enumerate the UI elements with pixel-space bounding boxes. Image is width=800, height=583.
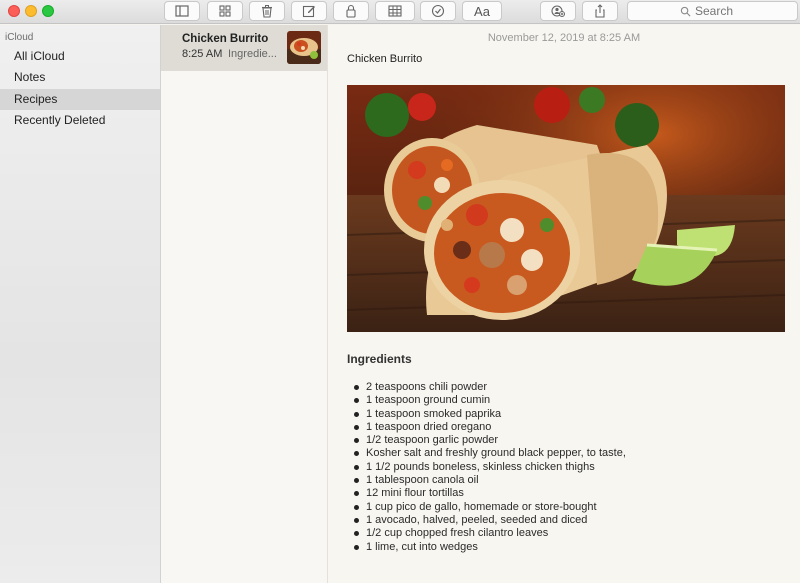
list-item: 1 avocado, halved, peeled, seeded and di… xyxy=(352,514,626,527)
checkmark-circle-icon xyxy=(431,4,445,18)
list-item: 1 teaspoon dried oregano xyxy=(352,421,626,434)
add-people-button[interactable] xyxy=(540,1,576,21)
note-date: November 12, 2019 at 8:25 AM xyxy=(487,32,641,44)
gallery-view-button[interactable] xyxy=(207,1,243,21)
compose-button[interactable] xyxy=(291,1,327,21)
sidebar-account-header: iCloud xyxy=(5,32,34,43)
share-icon xyxy=(595,4,605,18)
sidebar-item-label: All iCloud xyxy=(14,49,65,63)
note-list-item[interactable]: Chicken Burrito 8:25 AM Ingredie... xyxy=(161,25,327,71)
search-icon xyxy=(680,6,691,16)
list-item: 2 teaspoons chili powder xyxy=(352,381,626,394)
note-time: 8:25 AM xyxy=(182,48,223,60)
list-item: 1/2 teaspoon garlic powder xyxy=(352,434,626,447)
trash-icon xyxy=(262,5,272,18)
share-button[interactable] xyxy=(582,1,618,21)
folders-sidebar: iCloud All iCloud Notes Recipes Recently… xyxy=(0,25,161,583)
format-label: Aa xyxy=(474,3,490,19)
lock-button[interactable] xyxy=(333,1,369,21)
list-item: 1 tablespoon canola oil xyxy=(352,474,626,487)
sidebar-item-all-icloud[interactable]: All iCloud xyxy=(0,46,160,67)
note-heading: Chicken Burrito xyxy=(347,53,423,65)
list-item: 1 teaspoon smoked paprika xyxy=(352,408,626,421)
minimize-window-button[interactable] xyxy=(25,5,37,17)
burrito-photo[interactable] xyxy=(347,85,785,332)
window-toolbar: Aa xyxy=(0,0,800,24)
note-editor[interactable]: November 12, 2019 at 8:25 AM Chicken Bur… xyxy=(328,25,800,583)
lock-icon xyxy=(346,4,356,18)
table-button[interactable] xyxy=(375,1,415,21)
grid-icon xyxy=(219,5,231,17)
sidebar-item-notes[interactable]: Notes xyxy=(0,67,160,88)
search-input[interactable] xyxy=(695,4,745,18)
ingredients-heading: Ingredients xyxy=(347,352,412,366)
ingredients-list: 2 teaspoons chili powder 1 teaspoon grou… xyxy=(352,381,626,554)
checklist-button[interactable] xyxy=(420,1,456,21)
sidebar-item-recipes[interactable]: Recipes xyxy=(0,89,160,110)
add-people-icon xyxy=(551,5,565,17)
list-item: 1 1/2 pounds boneless, skinless chicken … xyxy=(352,461,626,474)
sidebar-item-label: Recipes xyxy=(14,92,58,106)
note-title: Chicken Burrito xyxy=(182,33,269,45)
sidebar-item-label: Recently Deleted xyxy=(14,113,106,127)
note-preview: Ingredie... xyxy=(228,48,277,60)
sidebar-item-label: Notes xyxy=(14,70,46,84)
sidebar-icon xyxy=(175,5,189,17)
compose-icon xyxy=(302,5,315,18)
sidebar-toggle-button[interactable] xyxy=(164,1,200,21)
list-item: 1 cup pico de gallo, homemade or store-b… xyxy=(352,501,626,514)
close-window-button[interactable] xyxy=(8,5,20,17)
delete-button[interactable] xyxy=(249,1,285,21)
format-button[interactable]: Aa xyxy=(462,1,502,21)
list-item: 1 lime, cut into wedges xyxy=(352,541,626,554)
note-list: Chicken Burrito 8:25 AM Ingredie... xyxy=(161,25,328,583)
list-item: 1 teaspoon ground cumin xyxy=(352,394,626,407)
zoom-window-button[interactable] xyxy=(42,5,54,17)
burrito-thumbnail xyxy=(287,31,321,64)
list-item: 12 mini flour tortillas xyxy=(352,487,626,500)
list-item: 1/2 cup chopped fresh cilantro leaves xyxy=(352,527,626,540)
sidebar-item-recently-deleted[interactable]: Recently Deleted xyxy=(0,110,160,131)
table-icon xyxy=(388,5,402,17)
search-field[interactable] xyxy=(627,1,798,21)
list-item: Kosher salt and freshly ground black pep… xyxy=(352,447,626,460)
